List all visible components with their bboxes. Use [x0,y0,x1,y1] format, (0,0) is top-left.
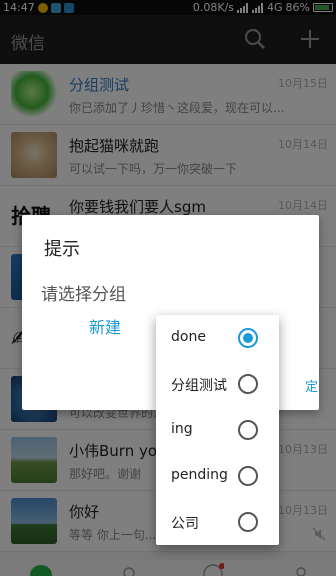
radio-button[interactable] [238,512,258,532]
confirm-button[interactable]: 定 [305,376,318,395]
group-options-popup: done 分组测试 ing pending 公司 [156,315,279,545]
radio-button[interactable] [238,466,258,486]
dialog-title: 提示 [44,239,80,260]
group-option-test[interactable]: 分组测试 [156,361,279,407]
new-group-button[interactable]: 新建 [89,314,121,338]
group-option-label: 分组测试 [171,378,227,394]
group-option-label: 公司 [171,516,199,532]
group-option-pending[interactable]: pending [156,453,279,499]
group-option-done[interactable]: done [156,315,279,361]
group-option-label: ing [171,421,193,437]
group-option-ing[interactable]: ing [156,407,279,453]
radio-button[interactable] [238,374,258,394]
radio-button[interactable] [238,328,258,348]
group-option-company[interactable]: 公司 [156,499,279,545]
group-option-label: done [171,329,206,345]
radio-button[interactable] [238,420,258,440]
group-option-label: pending [171,467,228,483]
dialog-message: 请选择分组 [41,285,126,305]
